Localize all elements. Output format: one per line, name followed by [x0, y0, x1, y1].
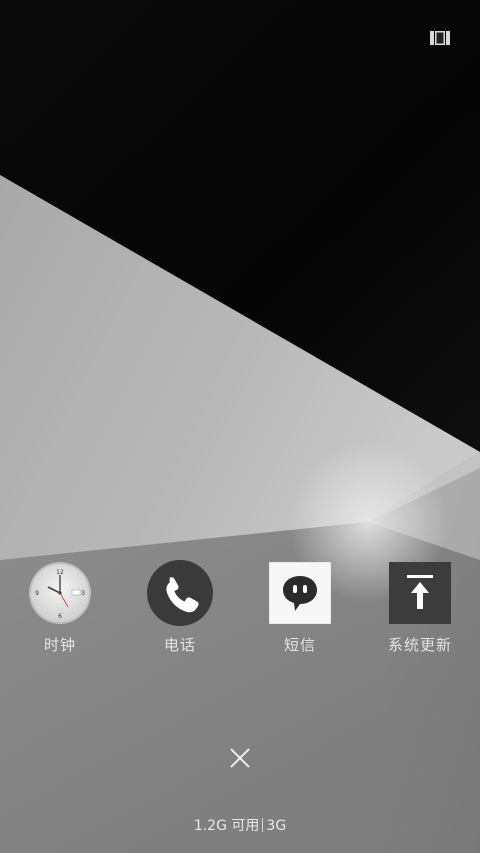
- clock-numeral-6: 6: [58, 613, 62, 620]
- close-icon: [230, 748, 250, 768]
- app-label-system-update: 系统更新: [387, 636, 452, 654]
- wallpaper: [0, 0, 480, 853]
- clear-all-button[interactable]: [220, 738, 260, 778]
- message-icon: [267, 560, 333, 626]
- system-update-icon: [387, 560, 453, 626]
- clock-numeral-9: 9: [35, 590, 39, 597]
- memory-divider: [262, 818, 264, 832]
- clock-icon: 12 3 6 9: [27, 560, 93, 626]
- app-label-messages: 短信: [283, 636, 316, 654]
- app-label-clock: 时钟: [43, 636, 76, 654]
- clock-numeral-12: 12: [56, 569, 64, 576]
- app-system-update[interactable]: 系统更新: [370, 560, 470, 655]
- memory-status: 1.2G 可用 3G: [0, 815, 480, 835]
- app-clock[interactable]: 12 3 6 9 时钟: [10, 560, 110, 655]
- app-label-phone: 电话: [163, 636, 196, 654]
- memory-available: 1.2G 可用: [193, 818, 260, 834]
- phone-icon: [147, 560, 213, 626]
- app-messages[interactable]: 短信: [250, 560, 350, 655]
- recent-apps-screen: 12 3 6 9 时钟 电话 短信 系统更新 1.2G 可用 3G: [0, 0, 480, 853]
- clock-numeral-3: 3: [81, 590, 85, 597]
- view-toggle-button[interactable]: [426, 26, 454, 50]
- app-phone[interactable]: 电话: [130, 560, 230, 655]
- memory-total: 3G: [266, 818, 287, 834]
- view-toggle-icon: [430, 31, 450, 45]
